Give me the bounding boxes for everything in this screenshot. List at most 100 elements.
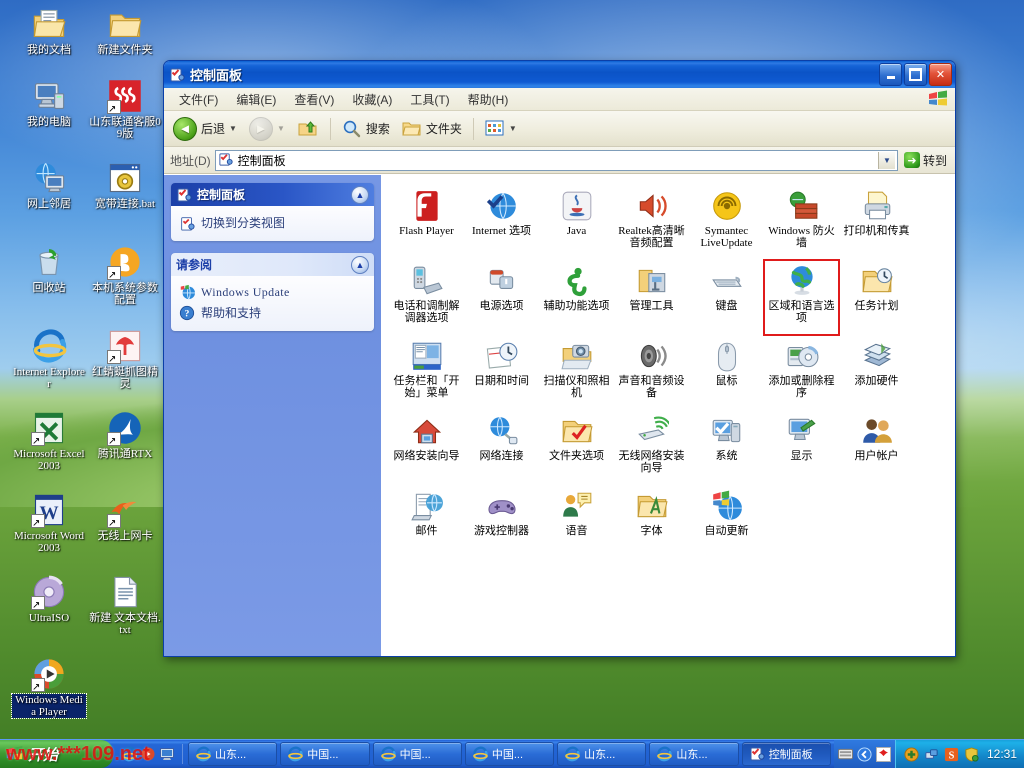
desktop-icon[interactable]: Windows Media Player xyxy=(11,656,87,720)
control-panel-item[interactable]: 电话和调制解调器选项 xyxy=(389,260,464,335)
taskbar-button[interactable]: 山东... xyxy=(649,742,739,766)
desktop-icon[interactable]: 无线上网卡 xyxy=(88,492,162,542)
views-button[interactable]: ▼ xyxy=(480,117,522,140)
taskbar-button[interactable]: 中国... xyxy=(372,742,462,766)
control-panel-item-selected[interactable]: 区域和语言选项 xyxy=(763,259,840,336)
control-panel-item[interactable]: 字体 xyxy=(614,485,689,560)
desktop-icon[interactable]: 红蜻蜓抓图精灵 xyxy=(88,328,162,390)
control-panel-item[interactable]: Windows 防火墙 xyxy=(764,185,839,260)
control-panel-item[interactable]: 添加或删除程序 xyxy=(764,335,839,410)
up-button[interactable] xyxy=(292,116,324,142)
media-icon[interactable] xyxy=(140,746,156,762)
desktop-icon[interactable]: 腾讯通RTX xyxy=(88,410,162,460)
desktop-icon[interactable]: 本机系统参数配置 xyxy=(88,244,162,306)
taskbar-button[interactable]: 山东... xyxy=(188,742,278,766)
forward-dropdown-icon[interactable]: ▼ xyxy=(277,124,285,133)
close-button[interactable]: ✕ xyxy=(929,63,952,86)
control-panel-item[interactable]: 任务栏和「开始」菜单 xyxy=(389,335,464,410)
address-input[interactable]: 控制面板 ▼ xyxy=(214,149,898,171)
green-plus-icon[interactable] xyxy=(904,746,919,762)
control-panel-item[interactable]: 文件夹选项 xyxy=(539,410,614,485)
sounds-audio-icon xyxy=(635,339,669,373)
printers-faxes-icon xyxy=(864,191,890,220)
menu-item[interactable]: 查看(V) xyxy=(285,89,343,110)
views-dropdown-icon[interactable]: ▼ xyxy=(509,124,517,133)
folders-button[interactable]: 文件夹 xyxy=(397,117,467,141)
control-panel-item[interactable]: 辅助功能选项 xyxy=(539,260,614,335)
collapse-chevron-icon[interactable]: ▲ xyxy=(351,185,369,204)
address-dropdown-icon[interactable]: ▼ xyxy=(877,151,895,169)
control-panel-item[interactable]: 自动更新 xyxy=(689,485,764,560)
collapse-chevron-icon[interactable]: ▲ xyxy=(351,255,369,274)
game-controllers-icon xyxy=(487,500,516,515)
control-panel-item[interactable]: Java xyxy=(539,185,614,260)
internet-options-icon xyxy=(486,192,516,220)
orange-s-icon[interactable]: S xyxy=(944,747,959,762)
desktop-icon[interactable]: Internet Explorer xyxy=(12,328,86,390)
menu-item[interactable]: 编辑(E) xyxy=(227,89,285,110)
control-panel-item[interactable]: 鼠标 xyxy=(689,335,764,410)
control-panel-item[interactable]: 日期和时间 xyxy=(464,335,539,410)
menu-item[interactable]: 工具(T) xyxy=(401,89,458,110)
control-panel-item[interactable]: 游戏控制器 xyxy=(464,485,539,560)
control-panel-item[interactable]: Internet 选项 xyxy=(464,185,539,260)
ime-indicator[interactable] xyxy=(833,740,895,768)
maximize-button[interactable] xyxy=(904,63,927,86)
taskbar-button[interactable]: 控制面板 xyxy=(741,742,831,766)
menu-item[interactable]: 帮助(H) xyxy=(459,89,518,110)
taskbar-button[interactable]: 山东... xyxy=(557,742,647,766)
desktop-icon[interactable]: Microsoft Excel 2003 xyxy=(12,410,86,472)
back-button[interactable]: ◄ 后退 ▼ xyxy=(168,114,242,144)
desktop-icon[interactable]: 山东联通客服09版 xyxy=(88,78,162,140)
control-panel-item[interactable]: 系统 xyxy=(689,410,764,485)
minimize-button[interactable] xyxy=(879,63,902,86)
desktop-icon[interactable]: W Microsoft Word 2003 xyxy=(12,492,86,554)
desktop-icon[interactable]: 回收站 xyxy=(12,244,86,294)
desktop-icon[interactable]: 我的电脑 xyxy=(12,78,86,128)
back-dropdown-icon[interactable]: ▼ xyxy=(229,124,237,133)
control-panel-item[interactable]: 邮件 xyxy=(389,485,464,560)
word-icon: W xyxy=(34,494,64,526)
task-link[interactable]: ? 帮助和支持 xyxy=(177,302,368,323)
control-panel-item[interactable]: 用户帐户 xyxy=(839,410,914,485)
control-panel-item[interactable]: 显示 xyxy=(764,410,839,485)
control-panel-item[interactable]: 网络连接 xyxy=(464,410,539,485)
blue-network-icon[interactable] xyxy=(924,747,939,762)
shield-icon[interactable] xyxy=(964,746,979,762)
control-panel-item[interactable]: Flash Player xyxy=(389,185,464,260)
taskbar-button[interactable]: 中国... xyxy=(464,742,555,766)
task-link[interactable]: 切换到分类视图 xyxy=(177,212,368,233)
control-panel-item[interactable]: 扫描仪和照相机 xyxy=(539,335,614,410)
control-panel-item[interactable]: 电源选项 xyxy=(464,260,539,335)
menu-item[interactable]: 文件(F) xyxy=(170,89,227,110)
desktop-icon[interactable]: UltraISO xyxy=(12,574,86,624)
task-link[interactable]: Windows Update xyxy=(177,282,368,302)
clock[interactable]: 12:31 xyxy=(987,747,1017,761)
desktop-icon[interactable]: 我的文档 xyxy=(12,6,86,56)
desktop-icon[interactable]: 宽带连接.bat xyxy=(88,160,162,210)
control-panel-item[interactable]: Symantec LiveUpdate xyxy=(689,185,764,260)
control-panel-item[interactable]: 语音 xyxy=(539,485,614,560)
task-panel-body: 切换到分类视图 xyxy=(171,206,374,241)
desktop-icon[interactable]: 网上邻居 xyxy=(12,160,86,210)
desktop-icon[interactable]: 新建文件夹 xyxy=(88,6,162,56)
go-button[interactable]: ➜ 转到 xyxy=(902,151,952,170)
start-button[interactable]: 开始 xyxy=(0,740,113,768)
desktop-icon[interactable]: 新建 文本文档.txt xyxy=(88,574,162,636)
taskbar-button[interactable]: 中国... xyxy=(280,742,370,766)
control-panel-item[interactable]: 无线网络安装向导 xyxy=(614,410,689,485)
control-panel-item[interactable]: 任务计划 xyxy=(839,260,914,335)
control-panel-item[interactable]: 键盘 xyxy=(689,260,764,335)
ie-icon[interactable] xyxy=(121,746,137,762)
control-panel-item[interactable]: 添加硬件 xyxy=(839,335,914,410)
control-panel-item[interactable]: Realtek高清晰音频配置 xyxy=(614,185,689,260)
forward-button[interactable]: ► ▼ xyxy=(244,114,290,144)
control-panel-item[interactable]: 声音和音频设备 xyxy=(614,335,689,410)
control-panel-item[interactable]: 管理工具 xyxy=(614,260,689,335)
search-button[interactable]: 搜索 xyxy=(337,116,395,142)
ie-icon xyxy=(565,746,580,762)
desktop-icon[interactable] xyxy=(159,746,175,762)
menu-item[interactable]: 收藏(A) xyxy=(343,89,401,110)
control-panel-item[interactable]: 打印机和传真 xyxy=(839,185,914,260)
control-panel-item[interactable]: 网络安装向导 xyxy=(389,410,464,485)
